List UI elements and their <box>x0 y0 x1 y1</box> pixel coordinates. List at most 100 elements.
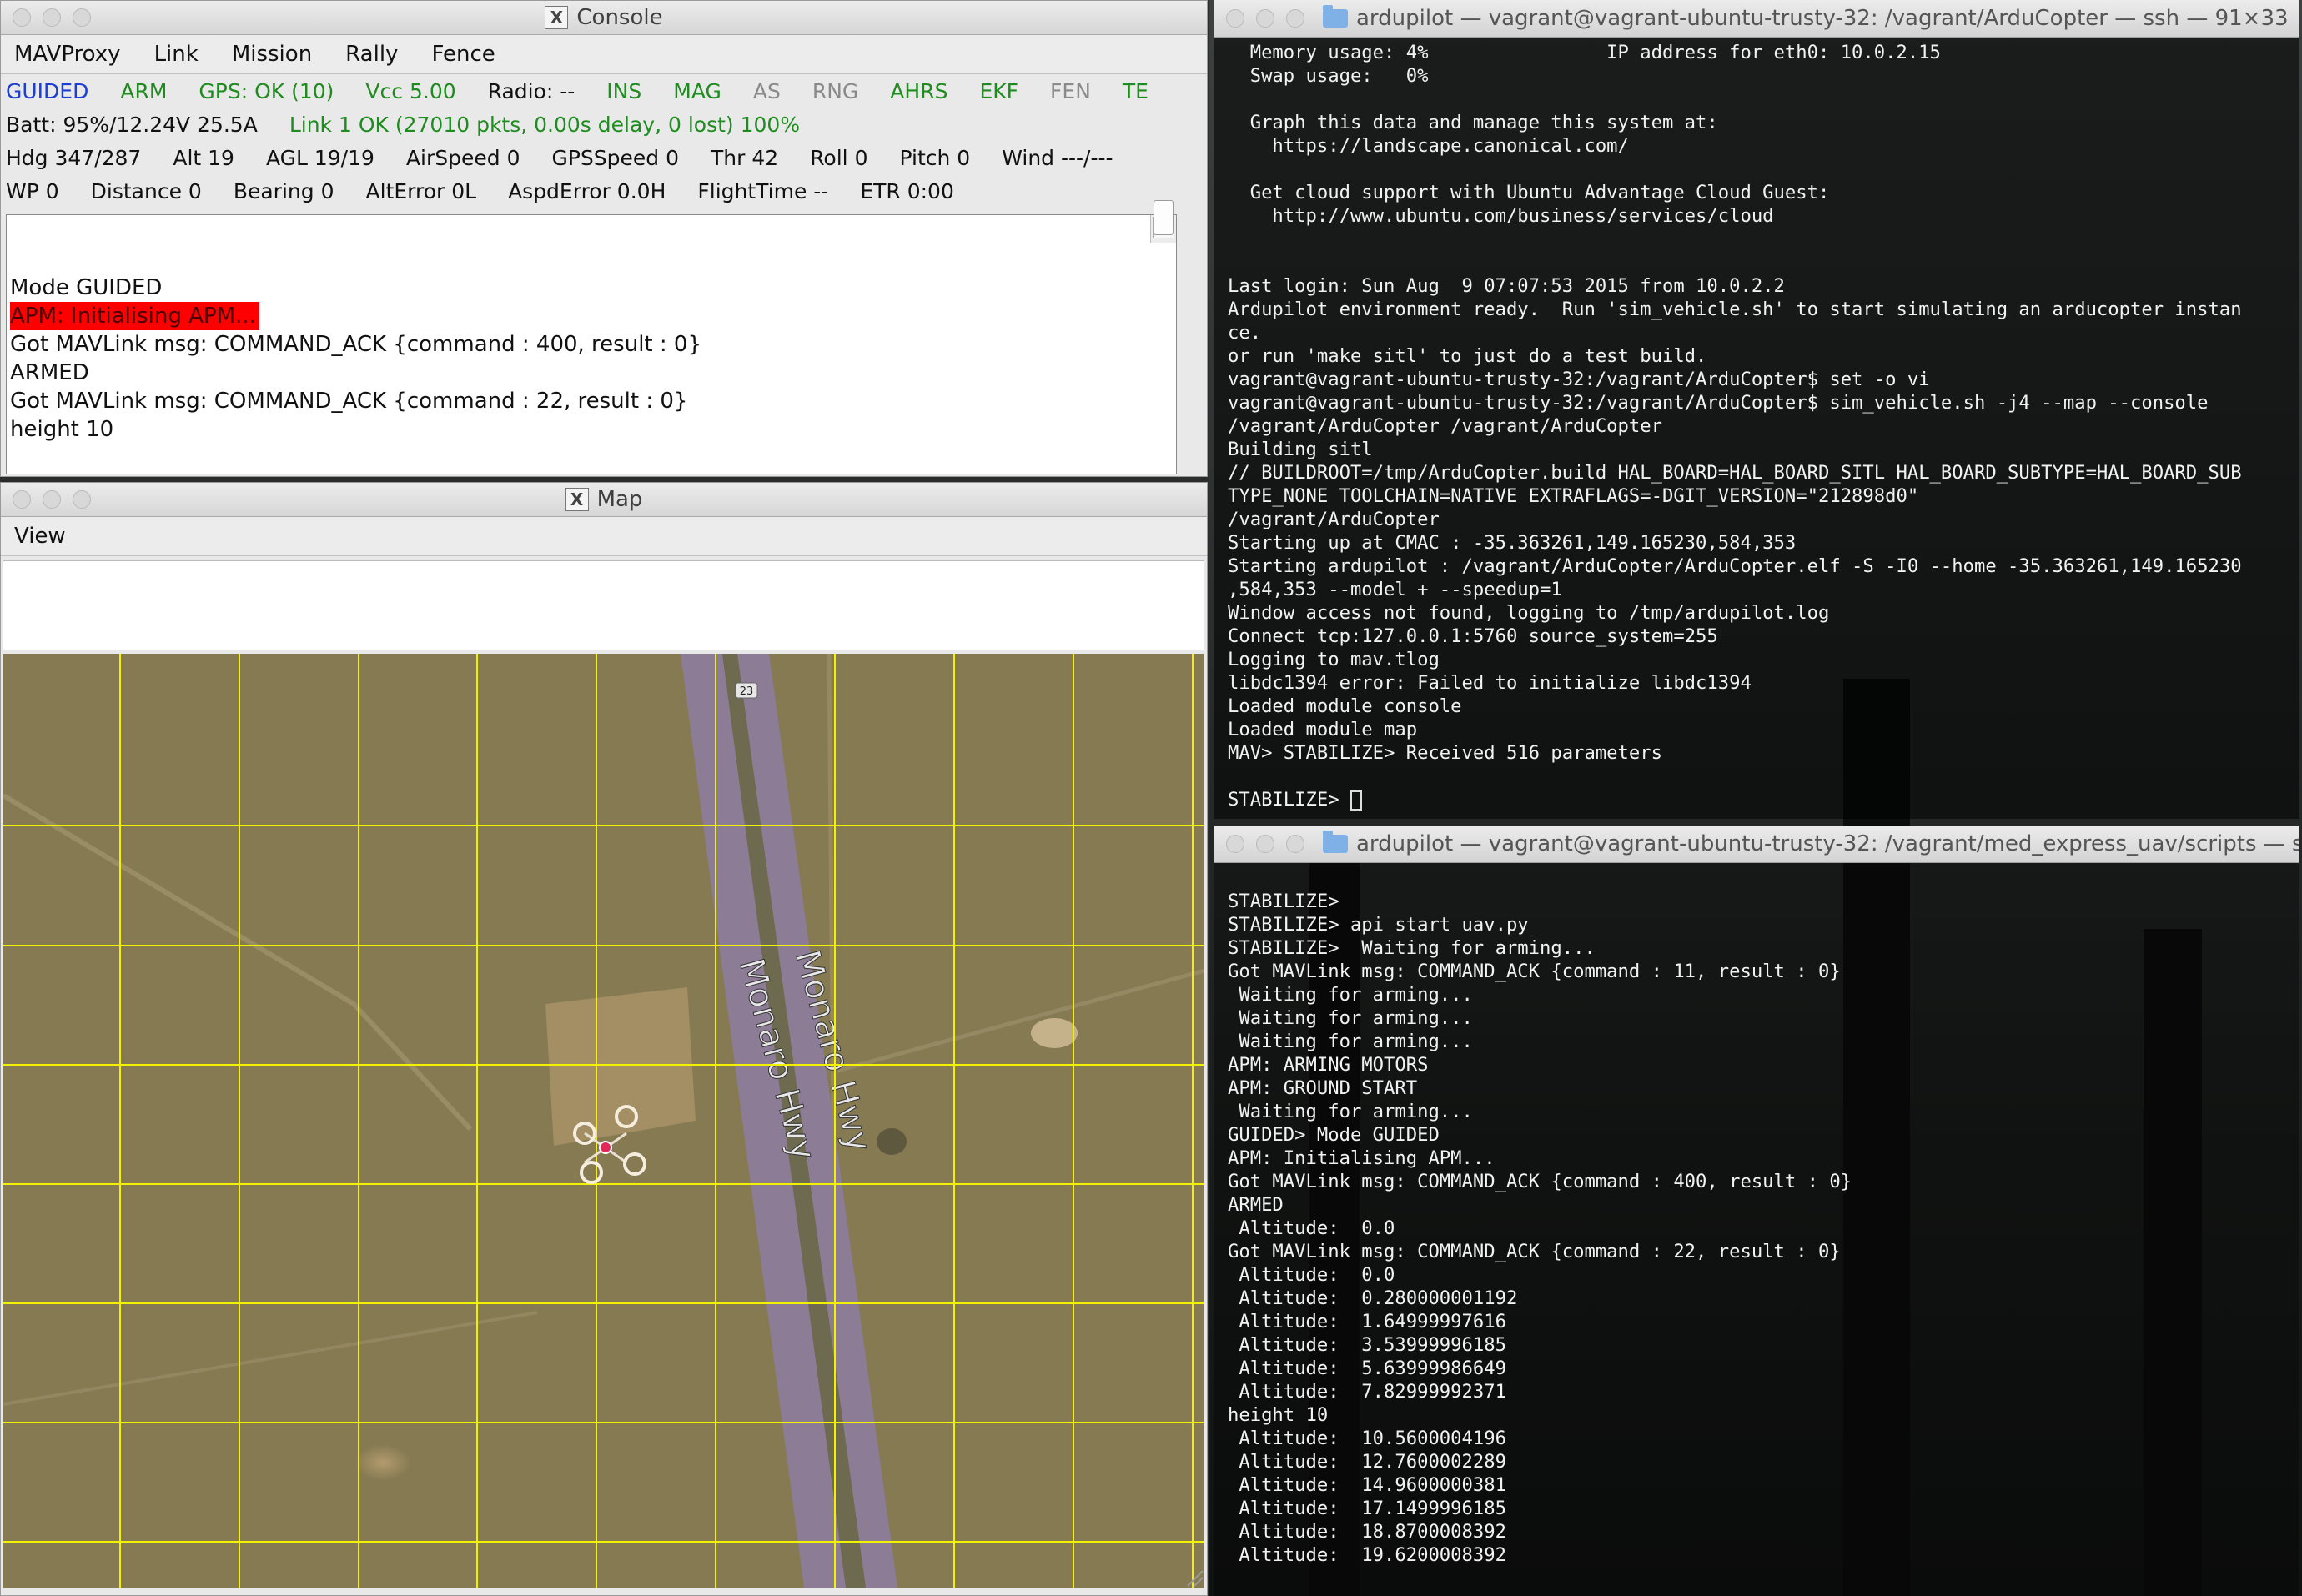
status-indicator: INS <box>606 78 642 103</box>
terminal-line: or run 'make sitl' to just do a test bui… <box>1228 345 1707 367</box>
status-value: AspdError 0.0H <box>508 178 666 203</box>
menu-mission[interactable]: Mission <box>229 42 315 67</box>
terminal-line: Loaded module map <box>1228 719 1418 740</box>
terminal-output[interactable]: STABILIZE> STABILIZE> api start uav.py STA… <box>1214 863 2299 1596</box>
map-canvas: 23 Monaro Hwy Monaro Hwy <box>3 654 1204 1588</box>
map-clearing <box>545 987 696 1146</box>
terminal-titlebar[interactable]: ardupilot — vagrant@vagrant-ubuntu-trust… <box>1214 826 2299 863</box>
scrollbar-thumb[interactable] <box>1154 200 1174 235</box>
menu-fence[interactable]: Fence <box>428 42 498 67</box>
log-scrollbar[interactable] <box>1150 200 1176 243</box>
status-indicator: EKF <box>979 78 1019 103</box>
terminal-line: Waiting for arming... <box>1228 1007 1473 1029</box>
window-controls <box>1226 9 1304 28</box>
status-value: AGL 19/19 <box>265 145 374 170</box>
menu-mavproxy[interactable]: MAVProxy <box>11 42 124 67</box>
status-indicator: Radio: -- <box>487 78 576 103</box>
status-value: Distance 0 <box>90 178 202 203</box>
terminal-line: Ardupilot environment ready. Run 'sim_ve… <box>1228 299 2242 320</box>
status-indicator: RNG <box>812 78 859 103</box>
close-button[interactable] <box>1226 835 1244 853</box>
console-titlebar[interactable]: X Console <box>1 1 1207 35</box>
status-indicator: GUIDED <box>6 78 89 103</box>
map-titlebar[interactable]: X Map <box>1 483 1207 517</box>
menu-rally[interactable]: Rally <box>342 42 401 67</box>
close-button[interactable] <box>13 490 31 509</box>
terminal-line: APM: ARMING MOTORS <box>1228 1054 1429 1076</box>
terminal-titlebar[interactable]: ardupilot — vagrant@vagrant-ubuntu-trust… <box>1214 0 2299 38</box>
zoom-button[interactable] <box>1286 9 1304 28</box>
terminal-title: ardupilot — vagrant@vagrant-ubuntu-trust… <box>1356 831 2299 856</box>
console-log[interactable]: Mode GUIDED APM: Initialising APM... Got… <box>6 200 1177 474</box>
terminal-line: TYPE_NONE TOOLCHAIN=NATIVE EXTRAFLAGS=-D… <box>1228 485 1919 507</box>
terminal-line: Altitude: 5.63999986649 <box>1228 1358 1506 1379</box>
minimize-button[interactable] <box>43 490 61 509</box>
terminal-line: Altitude: 1.64999997616 <box>1228 1311 1506 1333</box>
satellite-map[interactable]: 23 Monaro Hwy Monaro Hwy <box>3 654 1204 1588</box>
terminal-line: Building sitl <box>1228 439 1373 460</box>
terminal-line: Altitude: 10.5600004196 <box>1228 1428 1506 1449</box>
terminal-line: Got MAVLink msg: COMMAND_ACK {command : … <box>1228 1171 1852 1192</box>
status-row-modes: GUIDED ARM GPS: OK (10) Vcc 5.00 Radio: -- IN… <box>1 74 1207 108</box>
terminal-window-arducopter: ardupilot — vagrant@vagrant-ubuntu-trust… <box>1214 0 2299 819</box>
terminal-line: Altitude: 0.0 <box>1228 1264 1395 1286</box>
log-line: Mode GUIDED <box>10 275 163 300</box>
log-line: Got MAVLink msg: COMMAND_ACK {command : … <box>10 389 688 414</box>
terminal-line: https://landscape.canonical.com/ <box>1228 135 1629 157</box>
status-indicator: MAG <box>673 78 721 103</box>
terminal-line: Altitude: 3.53999996185 <box>1228 1334 1506 1356</box>
minimize-button[interactable] <box>43 8 61 27</box>
zoom-button[interactable] <box>1286 835 1304 853</box>
window-controls <box>13 8 91 27</box>
log-line-highlighted: APM: Initialising APM... <box>10 302 1176 330</box>
window-controls <box>13 490 91 509</box>
close-button[interactable] <box>13 8 31 27</box>
console-title: Console <box>576 5 663 30</box>
terminal-line: STABILIZE> <box>1228 891 1339 912</box>
terminal-line: MAV> STABILIZE> Received 516 parameters <box>1228 742 1662 764</box>
x11-icon: X <box>565 488 589 511</box>
terminal-line: Swap usage: 0% <box>1228 65 1429 87</box>
terminal-line: ,584,353 --model + --speedup=1 <box>1228 579 1562 600</box>
terminal-line: APM: GROUND START <box>1228 1077 1418 1099</box>
map-menubar: View <box>1 517 1207 556</box>
close-button[interactable] <box>1226 9 1244 28</box>
minimize-button[interactable] <box>1256 9 1274 28</box>
status-indicator: Vcc 5.00 <box>365 78 456 103</box>
console-menubar: MAVProxy Link Mission Rally Fence <box>1 35 1207 74</box>
terminal-output[interactable]: Memory usage: 4% IP address for eth0: 10… <box>1214 38 2299 819</box>
terminal-line: Waiting for arming... <box>1228 984 1473 1006</box>
terminal-cursor <box>1350 790 1362 811</box>
minimize-button[interactable] <box>1256 835 1274 853</box>
terminal-line: Starting up at CMAC : -35.363261,149.165… <box>1228 532 1797 554</box>
folder-icon <box>1323 831 1348 853</box>
menu-link[interactable]: Link <box>151 42 202 67</box>
terminal-line: Get cloud support with Ubuntu Advantage … <box>1228 182 1830 203</box>
zoom-button[interactable] <box>73 8 91 27</box>
terminal-line: /vagrant/ArduCopter /vagrant/ArduCopter <box>1228 415 1662 437</box>
status-indicator: FEN <box>1050 78 1091 103</box>
status-indicator: AS <box>752 78 781 103</box>
status-value: Roll 0 <box>810 145 868 170</box>
status-value: Bearing 0 <box>233 178 334 203</box>
terminal-line: Altitude: 12.7600002289 <box>1228 1451 1506 1473</box>
terminal-line: Waiting for arming... <box>1228 1101 1473 1122</box>
terminal-line: libdc1394 error: Failed to initialize li… <box>1228 672 1752 694</box>
status-value: WP 0 <box>6 178 59 203</box>
terminal-line: /vagrant/ArduCopter <box>1228 509 1440 530</box>
console-window: X Console MAVProxy Link Mission Rally Fe… <box>0 0 1208 477</box>
status-value: AltError 0L <box>365 178 477 203</box>
log-line: height 10 <box>10 417 114 442</box>
map-feature <box>1031 1018 1078 1048</box>
status-value: Thr 42 <box>711 145 779 170</box>
zoom-button[interactable] <box>73 490 91 509</box>
status-row-attitude: Hdg 347/287 Alt 19 AGL 19/19 AirSpeed 0 GPSS… <box>1 141 1207 174</box>
status-row-battery: Batt: 95%/12.24V 25.5A Link 1 OK (27010 … <box>1 108 1207 141</box>
menu-view[interactable]: View <box>11 524 69 549</box>
log-line: Got MAVLink msg: COMMAND_ACK {command : … <box>10 332 701 357</box>
terminal-title: ardupilot — vagrant@vagrant-ubuntu-trust… <box>1356 6 2289 31</box>
terminal-window-med-express: ardupilot — vagrant@vagrant-ubuntu-trust… <box>1214 826 2299 1596</box>
